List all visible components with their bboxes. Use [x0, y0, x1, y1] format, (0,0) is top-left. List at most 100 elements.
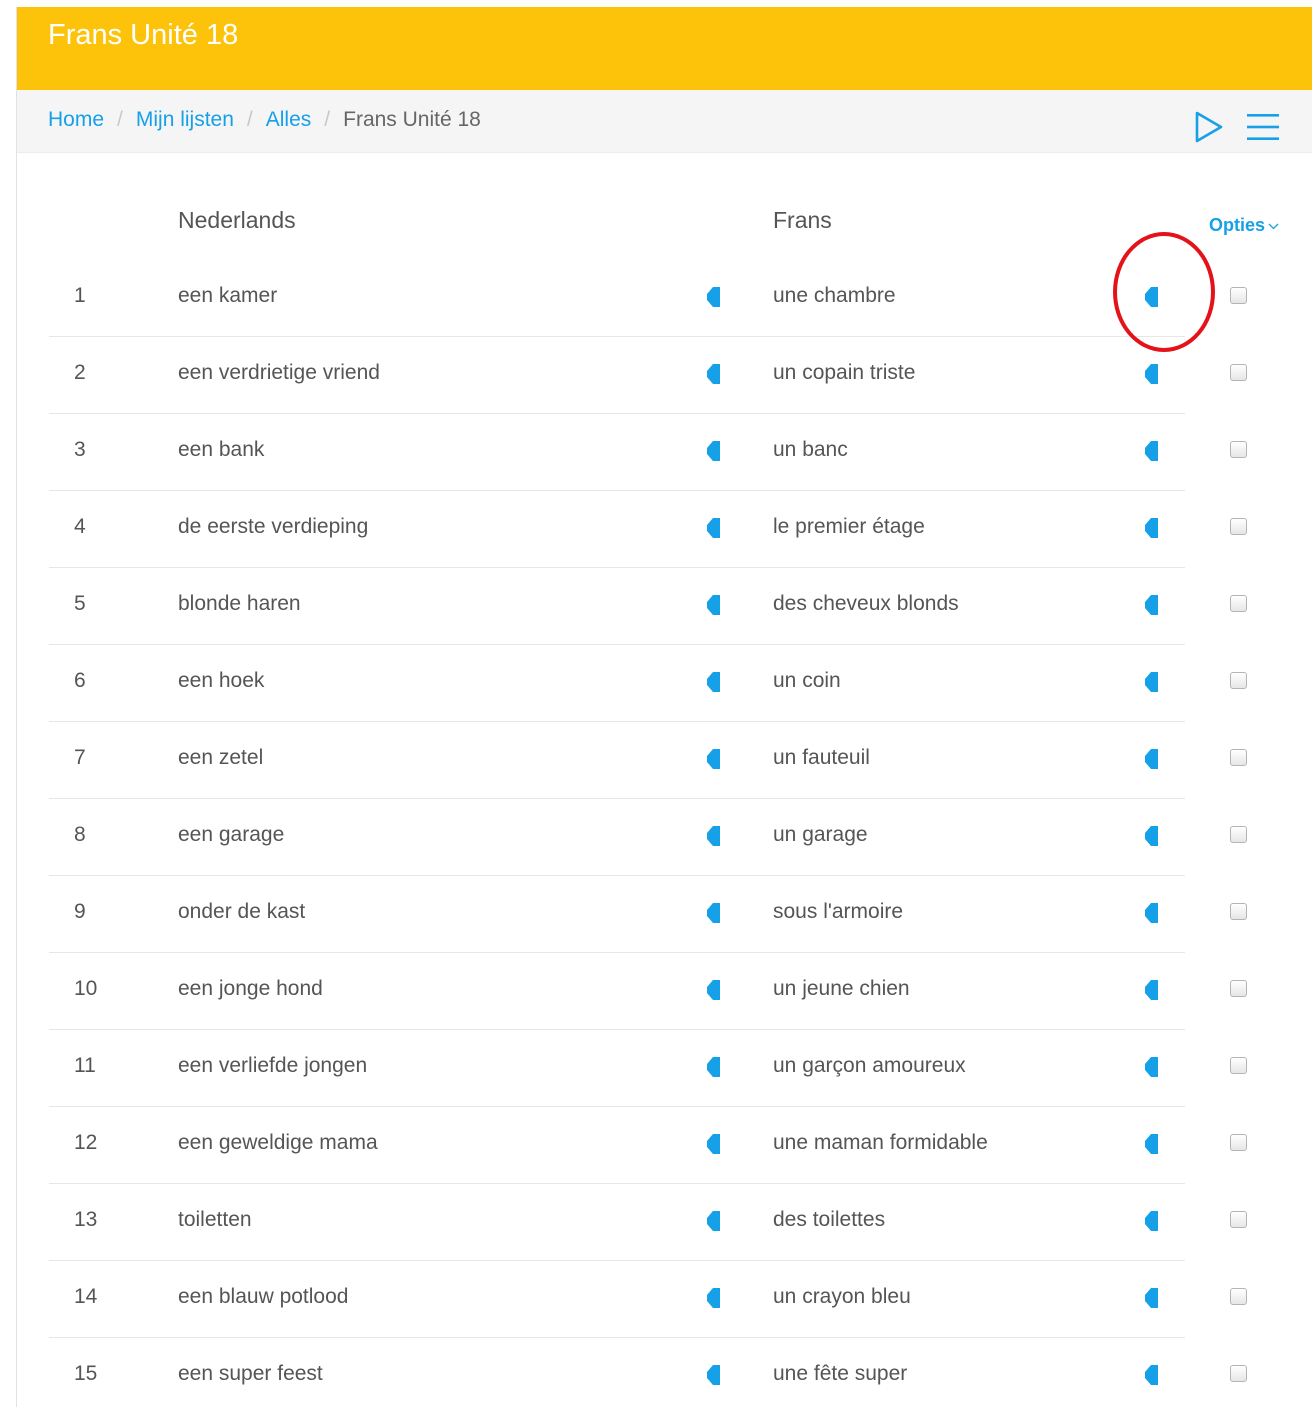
- source-word: onder de kast: [178, 900, 306, 923]
- table-row: 3 een bank un banc: [49, 414, 1312, 491]
- speak-target-button[interactable]: [1145, 287, 1163, 307]
- source-word: toiletten: [178, 1208, 252, 1231]
- speak-target-button[interactable]: [1145, 441, 1163, 461]
- play-button[interactable]: [1193, 110, 1225, 144]
- speaker-icon: [1145, 1134, 1158, 1154]
- speaker-icon: [1145, 672, 1158, 692]
- row-number: 7: [74, 746, 86, 769]
- row-checkbox[interactable]: [1230, 903, 1247, 920]
- source-word: een hoek: [178, 669, 265, 692]
- row-number: 6: [74, 669, 86, 692]
- source-word: een zetel: [178, 746, 264, 769]
- speaker-icon: [707, 595, 720, 615]
- row-checkbox[interactable]: [1230, 749, 1247, 766]
- menu-button[interactable]: [1245, 111, 1281, 143]
- row-checkbox[interactable]: [1230, 672, 1247, 689]
- speak-target-button[interactable]: [1145, 1288, 1163, 1308]
- speaker-icon: [707, 1288, 720, 1308]
- table-row: 2 een verdrietige vriend un copain trist…: [49, 337, 1312, 414]
- row-checkbox[interactable]: [1230, 1365, 1247, 1382]
- table-row: 8 een garage un garage: [49, 799, 1312, 876]
- row-checkbox[interactable]: [1230, 1211, 1247, 1228]
- target-word: des toilettes: [773, 1208, 886, 1231]
- speak-target-button[interactable]: [1145, 1057, 1163, 1077]
- speak-target-button[interactable]: [1145, 595, 1163, 615]
- speak-source-button[interactable]: [707, 826, 725, 846]
- row-checkbox[interactable]: [1230, 595, 1247, 612]
- page-title: Frans Unité 18: [48, 19, 239, 51]
- speak-source-button[interactable]: [707, 749, 725, 769]
- row-checkbox[interactable]: [1230, 441, 1247, 458]
- speaker-icon: [1145, 1288, 1158, 1308]
- breadcrumb-separator: /: [246, 108, 253, 131]
- row-checkbox[interactable]: [1230, 980, 1247, 997]
- table-row: 15 een super feest une fête super: [49, 1338, 1312, 1415]
- speak-source-button[interactable]: [707, 672, 725, 692]
- speaker-icon: [707, 980, 720, 1000]
- row-number: 10: [74, 977, 98, 1000]
- row-checkbox[interactable]: [1230, 287, 1247, 304]
- breadcrumb-alles[interactable]: Alles: [266, 108, 312, 131]
- speak-source-button[interactable]: [707, 595, 725, 615]
- speaker-icon: [707, 1134, 720, 1154]
- speaker-icon: [1145, 364, 1158, 384]
- speak-target-button[interactable]: [1145, 903, 1163, 923]
- row-number: 11: [74, 1054, 96, 1077]
- speak-target-button[interactable]: [1145, 1134, 1163, 1154]
- speaker-icon: [1145, 826, 1158, 846]
- row-checkbox[interactable]: [1230, 364, 1247, 381]
- breadcrumb-mijn-lijsten[interactable]: Mijn lijsten: [136, 108, 234, 131]
- speaker-icon: [707, 1057, 720, 1077]
- source-word: een jonge hond: [178, 977, 323, 1000]
- speak-source-button[interactable]: [707, 441, 725, 461]
- speak-target-button[interactable]: [1145, 672, 1163, 692]
- row-checkbox[interactable]: [1230, 1057, 1247, 1074]
- speak-target-button[interactable]: [1145, 749, 1163, 769]
- speaker-icon: [1145, 980, 1158, 1000]
- speaker-icon: [707, 441, 720, 461]
- speak-source-button[interactable]: [707, 1057, 725, 1077]
- speak-target-button[interactable]: [1145, 518, 1163, 538]
- speak-source-button[interactable]: [707, 1365, 725, 1385]
- target-word: un garage: [773, 823, 868, 846]
- breadcrumb-bar: Home / Mijn lijsten / Alles / Frans Unité 18: [17, 90, 1312, 153]
- breadcrumb-home[interactable]: Home: [48, 108, 104, 131]
- target-word: un jeune chien: [773, 977, 910, 1000]
- table-row: 5 blonde haren des cheveux blonds: [49, 568, 1312, 645]
- row-checkbox[interactable]: [1230, 1134, 1247, 1151]
- row-number: 1: [74, 284, 86, 307]
- target-word: un crayon bleu: [773, 1285, 911, 1308]
- speak-source-button[interactable]: [707, 518, 725, 538]
- table-row: 1 een kamer une chambre: [49, 260, 1312, 337]
- speak-target-button[interactable]: [1145, 826, 1163, 846]
- speak-source-button[interactable]: [707, 980, 725, 1000]
- target-word: sous l'armoire: [773, 900, 904, 923]
- speak-source-button[interactable]: [707, 1134, 725, 1154]
- target-word: un banc: [773, 438, 848, 461]
- speak-target-button[interactable]: [1145, 364, 1163, 384]
- row-number: 13: [74, 1208, 98, 1231]
- row-checkbox[interactable]: [1230, 518, 1247, 535]
- speak-target-button[interactable]: [1145, 1211, 1163, 1231]
- speaker-icon: [707, 364, 720, 384]
- speak-source-button[interactable]: [707, 364, 725, 384]
- row-checkbox[interactable]: [1230, 826, 1247, 843]
- speaker-icon: [1145, 1211, 1158, 1231]
- speak-source-button[interactable]: [707, 1211, 725, 1231]
- source-word: een kamer: [178, 284, 278, 307]
- speak-source-button[interactable]: [707, 1288, 725, 1308]
- speak-target-button[interactable]: [1145, 1365, 1163, 1385]
- breadcrumb-separator: /: [117, 108, 123, 131]
- speak-source-button[interactable]: [707, 903, 725, 923]
- breadcrumb-separator: /: [324, 108, 331, 131]
- row-checkbox[interactable]: [1230, 1288, 1247, 1305]
- row-number: 9: [74, 900, 86, 923]
- speak-target-button[interactable]: [1145, 980, 1163, 1000]
- target-word: un copain triste: [773, 361, 916, 384]
- target-word: des cheveux blonds: [773, 592, 959, 615]
- target-word: une chambre: [773, 284, 896, 307]
- options-dropdown[interactable]: Opties: [1209, 215, 1279, 236]
- table-body: 1 een kamer une chambre 2 een verdrietig…: [49, 260, 1312, 1415]
- table-row: 14 een blauw potlood un crayon bleu: [49, 1261, 1312, 1338]
- speak-source-button[interactable]: [707, 287, 725, 307]
